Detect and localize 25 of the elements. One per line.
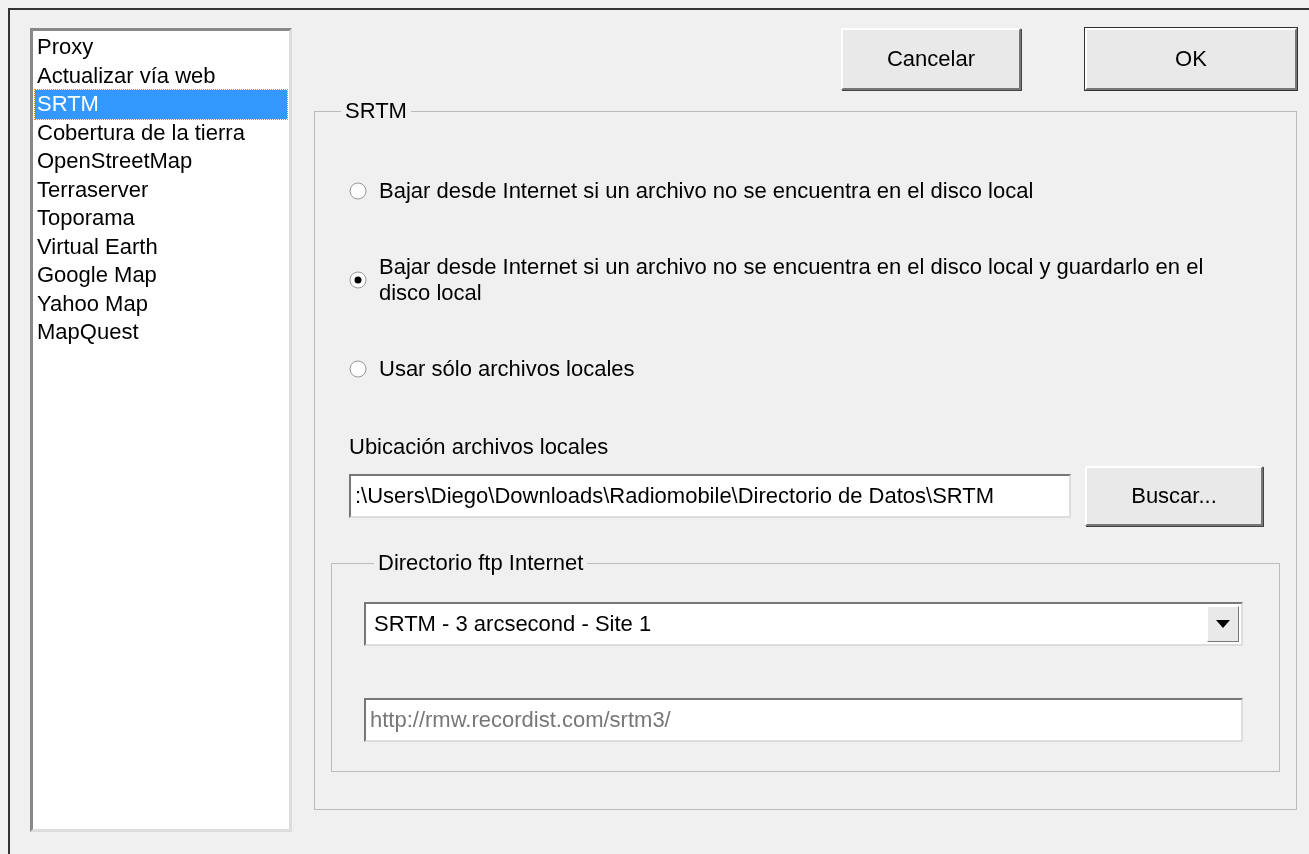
list-item[interactable]: Cobertura de la tierra [35, 118, 287, 147]
radio-button[interactable] [349, 271, 367, 289]
list-item[interactable]: MapQuest [35, 318, 287, 347]
list-item[interactable]: Toporama [35, 204, 287, 233]
server-dropdown[interactable]: SRTM - 3 arcsecond - Site 1 [364, 602, 1243, 646]
radio-label: Usar sólo archivos locales [379, 356, 635, 382]
list-item[interactable]: Terraserver [35, 175, 287, 204]
list-item[interactable]: Google Map [35, 261, 287, 290]
list-item[interactable]: OpenStreetMap [35, 147, 287, 176]
group-title: Directorio ftp Internet [377, 550, 585, 576]
browse-button[interactable]: Buscar... [1085, 466, 1263, 526]
radio-button[interactable] [349, 360, 367, 378]
list-item[interactable]: Proxy [35, 33, 287, 62]
list-item[interactable]: Yahoo Map [35, 289, 287, 318]
list-item[interactable]: Actualizar vía web [35, 61, 287, 90]
radio-label: Bajar desde Internet si un archivo no se encuentra en el disco local [379, 178, 1034, 204]
path-field[interactable]: :\Users\Diego\Downloads\Radiomobile\Directorio de Datos\SRTM [349, 474, 1071, 518]
dropdown-caret-icon [1216, 620, 1230, 628]
group-title: SRTM [344, 98, 408, 124]
field-label: Ubicación archivos locales [349, 434, 610, 460]
radio-label: Bajar desde Internet si un archivo no se encuentra en el disco local y guardarlo en el disco local [379, 254, 1205, 306]
radio-button[interactable] [349, 182, 367, 200]
list-item[interactable]: Virtual Earth [35, 232, 287, 261]
ok-button[interactable]: OK [1085, 28, 1297, 90]
cancel-button[interactable]: Cancelar [841, 28, 1021, 90]
